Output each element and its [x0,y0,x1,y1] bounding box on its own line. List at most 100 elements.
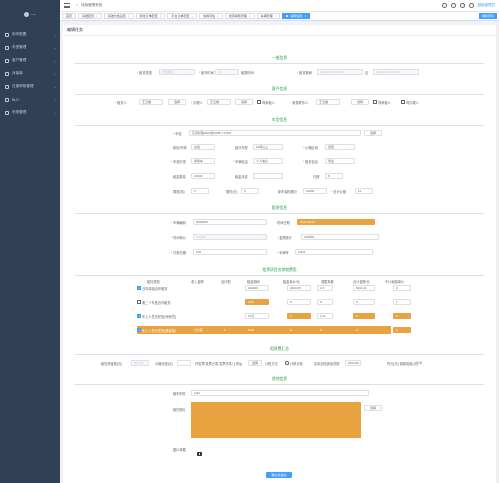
invoice-select-button[interactable]: 选择 [248,360,262,366]
fee-cell[interactable]: 1 [221,327,237,333]
agent-select-button[interactable]: 选择 [235,99,253,105]
photo-select-button[interactable]: 选择 [364,405,382,411]
close-icon[interactable]: × [217,14,219,18]
fee-cell[interactable]: 0 [353,299,375,305]
tab[interactable]: 车辆管理 × [256,13,281,19]
tax-radio[interactable] [285,361,289,365]
fee-row-checkbox[interactable] [137,314,141,318]
tab-home[interactable]: 首页 [62,13,77,19]
brand-select[interactable]: 商业 [325,158,355,164]
fee-cell[interactable]: 0.00 [245,299,269,305]
sidebar-item[interactable]: 车型管理 ⌄ [0,41,60,54]
fee-cell[interactable]: 1 [393,299,411,305]
close-icon[interactable]: × [128,14,130,18]
close-icon[interactable]: × [249,14,251,18]
from-input[interactable]: 100000 [193,234,267,240]
overdue-input[interactable]: 11 [355,188,373,194]
fee-cell[interactable]: 0 [287,313,311,319]
close-icon[interactable]: × [305,14,307,18]
color-select[interactable]: 白色 [191,144,215,150]
tab[interactable]: 线索审核管理 × [224,13,255,19]
fee-cell[interactable]: 0 [317,327,333,333]
tag-select[interactable]: 10吨以上 [253,144,283,150]
model-select-button[interactable]: 选择 [364,130,382,136]
tab[interactable]: 基础价格设置 × [103,13,134,19]
tab[interactable]: 新建订单配置 × [135,13,166,19]
fee-cell[interactable]: 2.11 [317,313,333,319]
close-icon[interactable]: × [191,14,193,18]
sidebar-item[interactable]: 客户管理 ⌄ [0,54,60,67]
guide-input[interactable]: 10000 [191,173,215,179]
close-icon[interactable]: × [96,14,98,18]
camera-icon[interactable] [197,452,202,456]
same-renter-checkbox[interactable] [257,100,261,104]
github-icon[interactable] [450,3,456,8]
sidebar-item[interactable]: 日报审核管理 ⌄ [0,80,60,93]
tab-options-button[interactable]: 刷新所有 [478,13,497,19]
user-menu[interactable]: 超级管理员 [478,3,496,8]
fee-cell[interactable]: 220000 [245,285,269,291]
source-select[interactable]: 商务车 [191,158,215,164]
times-input[interactable]: 0 [241,188,259,194]
fee-cell[interactable]: 5万/座 [191,327,213,333]
renter-select-button[interactable]: 选择 [168,99,186,105]
fee-cell[interactable]: 0 [393,327,411,333]
period-start-input[interactable]: 2023-05-20 10:00 [317,69,363,75]
tab[interactable]: 基础配置 × [78,13,102,19]
fee-cell[interactable]: 0 [393,285,411,291]
plate-input[interactable]: 11111 [295,249,373,255]
pay-input[interactable]: 100 [193,249,267,255]
fee-row-checkbox[interactable] [137,300,141,304]
fee-cell[interactable]: 0 [287,299,311,305]
fee-cell[interactable]: 2023.05 [287,285,311,291]
photo-upload-area[interactable] [191,402,361,438]
mileage-input[interactable]: 8 [325,173,343,179]
fee-row-checkbox[interactable] [137,328,141,332]
sidebar-item[interactable]: 系统管理 ⌄ [0,106,60,119]
fee-cell[interactable]: 0 [393,313,411,319]
tab-active[interactable]: 编辑任务 × [282,13,311,19]
home-icon[interactable]: ⌂ [76,3,78,7]
fee-cell[interactable]: 0.00 [245,327,269,333]
vin-input[interactable]: 2000000 [193,219,267,225]
days-input[interactable]: 12 [215,69,239,75]
same-agent-checkbox[interactable] [401,100,405,104]
renter-input[interactable]: 王五福 [139,99,163,105]
type-select[interactable]: 长租租赁 [159,69,195,75]
nb-input[interactable]: 10000 [303,188,327,194]
contact-select-button[interactable]: 选择 [351,99,369,105]
remark-input[interactable]: 1111 [191,390,369,396]
limit-input[interactable]: 5 [191,188,209,194]
fee-cell[interactable]: 0 [353,313,375,319]
hamburger-icon[interactable] [64,3,70,8]
gear-select[interactable]: 自营 [325,144,355,150]
fee-cell[interactable]: 8110.11 [353,285,375,291]
fullscreen-icon[interactable] [468,3,474,8]
contact-input[interactable]: 王五福 [316,99,340,105]
start-date-input[interactable]: 2023-06-20 [297,219,375,225]
fee-cell[interactable]: 2.2 [317,285,333,291]
deposit-input[interactable] [253,173,283,179]
same-renter2-checkbox[interactable] [373,100,377,104]
tab[interactable]: 信用评估 × [199,13,223,19]
close-icon[interactable]: × [160,14,162,18]
model-input[interactable]: 东风标致2023款4008 1.6THP [189,130,361,136]
agent-input[interactable]: 王五福 [207,99,231,105]
discount-input[interactable] [177,360,191,366]
fee-cell[interactable]: 0 [317,299,333,305]
search-icon[interactable] [441,3,447,8]
sidebar-item[interactable]: 对接单 ⌄ [0,67,60,80]
close-icon[interactable]: × [275,14,277,18]
tab[interactable]: 平台订单配置 × [167,13,198,19]
amount-input[interactable]: 220000 [301,234,379,240]
fee-row-checkbox[interactable] [137,286,141,290]
submit-button[interactable]: 确认并提交 [266,472,292,478]
question-icon[interactable] [459,3,465,8]
fee-cell[interactable]: 10万 [245,313,269,319]
period-end-input[interactable]: 2023-06-20 10:00 [373,69,419,75]
sidebar-item[interactable]: 用车配置 ⌄ [0,28,60,41]
sidebar-item[interactable]: BUY ⌄ [0,93,60,106]
fee-cell[interactable]: 0 [287,327,311,333]
deposit-total-input[interactable]: 500.00 [131,360,149,366]
quota-select[interactable]: 个人信息 [253,158,283,164]
